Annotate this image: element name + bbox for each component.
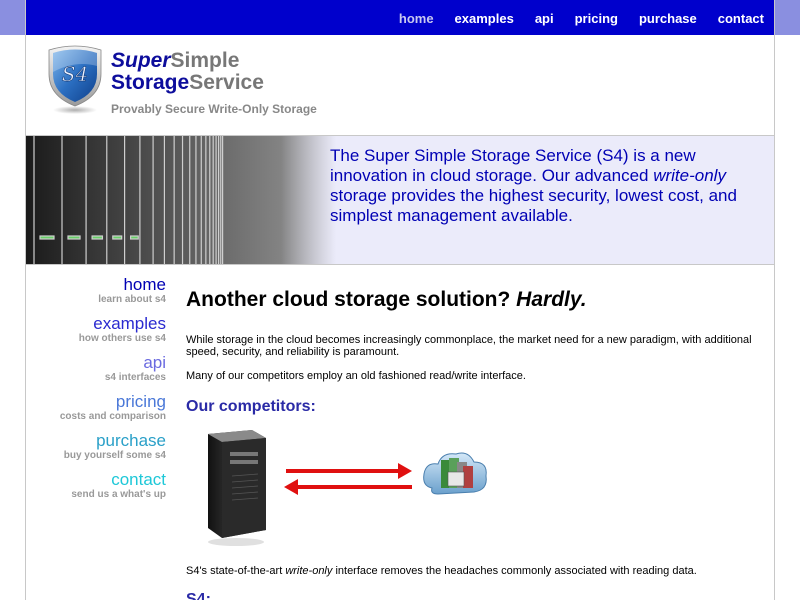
page-bg-left <box>0 0 26 35</box>
cloud-storage-icon <box>423 452 487 495</box>
read-write-diagram <box>208 430 487 546</box>
server-tower-icon <box>208 430 266 546</box>
site-tagline: Provably Secure Write-Only Storage <box>111 102 317 116</box>
nav-link-home[interactable]: home <box>399 11 434 26</box>
rack-status-light <box>67 235 81 240</box>
title-word-simple: Simple <box>170 49 240 72</box>
page-container: home examples api pricing purchase contact <box>25 0 775 600</box>
hero-text-emphasis: write-only <box>653 166 726 185</box>
sidebar-item-api[interactable]: api s4 interfaces <box>26 353 166 384</box>
headline-lead: Another cloud storage solution? <box>186 288 517 311</box>
side-navigation: home learn about s4 examples how others use… <box>26 276 166 510</box>
title-word-super: Super <box>111 49 171 72</box>
logo-badge-text: S4 <box>62 62 88 86</box>
top-navigation: home examples api pricing purchase contact <box>26 0 774 35</box>
site-title[interactable]: SuperSimple StorageService <box>111 50 264 94</box>
bidirectional-arrow-icon <box>284 463 412 495</box>
sidebar-item-home[interactable]: home learn about s4 <box>26 275 166 306</box>
sidebar-item-label: api <box>143 353 166 372</box>
sidebar-item-subtitle: buy yourself some s4 <box>63 450 166 461</box>
top-nav-list: home examples api pricing purchase contact <box>378 11 764 26</box>
sidebar-item-label: home <box>123 275 166 294</box>
page-bg-right <box>774 0 800 35</box>
competitors-paragraph: Many of our competitors employ an old fa… <box>186 370 526 382</box>
sidebar-item-contact[interactable]: contact send us a what's up <box>26 470 166 501</box>
hero-banner: The Super Simple Storage Service (S4) is… <box>26 135 774 265</box>
s4-heading: S4: <box>186 591 211 600</box>
sidebar-item-subtitle: costs and comparison <box>59 411 166 422</box>
sidebar-item-subtitle: how others use s4 <box>78 333 166 344</box>
sidebar-item-label: purchase <box>96 431 166 450</box>
hero-text: The Super Simple Storage Service (S4) is… <box>330 146 740 226</box>
write-only-lead: S4's state-of-the-art <box>186 565 286 577</box>
hero-text-lead: The Super Simple Storage Service (S4) is… <box>330 146 696 185</box>
page-headline: Another cloud storage solution? Hardly. <box>186 286 761 314</box>
sidebar-item-pricing[interactable]: pricing costs and comparison <box>26 392 166 423</box>
nav-link-contact[interactable]: contact <box>718 11 764 26</box>
sidebar-item-label: contact <box>111 470 166 489</box>
sidebar-item-subtitle: learn about s4 <box>98 294 166 305</box>
server-racks-image <box>26 136 336 264</box>
sidebar-item-examples[interactable]: examples how others use s4 <box>26 314 166 345</box>
intro-paragraph: While storage in the cloud becomes incre… <box>186 334 752 358</box>
sidebar-item-label: examples <box>93 314 166 333</box>
title-word-storage: Storage <box>111 71 190 94</box>
sidebar-item-purchase[interactable]: purchase buy yourself some s4 <box>26 431 166 462</box>
nav-link-purchase[interactable]: purchase <box>639 11 697 26</box>
sidebar-item-subtitle: send us a what's up <box>71 489 166 500</box>
main-content: Another cloud storage solution? Hardly. … <box>186 286 761 600</box>
sidebar-item-label: pricing <box>115 392 166 411</box>
rack-status-light <box>39 235 55 240</box>
write-only-tail: interface removes the headaches commonly… <box>332 565 697 577</box>
rack-status-light <box>112 235 123 240</box>
competitors-heading: Our competitors: <box>186 398 316 415</box>
s4-shield-logo[interactable]: S4 <box>46 44 104 116</box>
site-header: S4 SuperSimple StorageService Provably S… <box>26 35 774 135</box>
rack-status-light <box>91 235 104 240</box>
headline-emphasis: Hardly. <box>516 288 587 311</box>
title-word-service: Service <box>189 71 264 94</box>
sidebar-item-subtitle: s4 interfaces <box>104 372 166 383</box>
rack-status-light <box>129 235 139 240</box>
write-only-paragraph: S4's state-of-the-art write-only interfa… <box>186 565 761 577</box>
nav-link-api[interactable]: api <box>535 11 554 26</box>
hero-text-tail: storage provides the highest security, l… <box>330 186 737 225</box>
write-only-emphasis: write-only <box>285 565 333 577</box>
nav-link-examples[interactable]: examples <box>455 11 514 26</box>
nav-link-pricing[interactable]: pricing <box>575 11 618 26</box>
